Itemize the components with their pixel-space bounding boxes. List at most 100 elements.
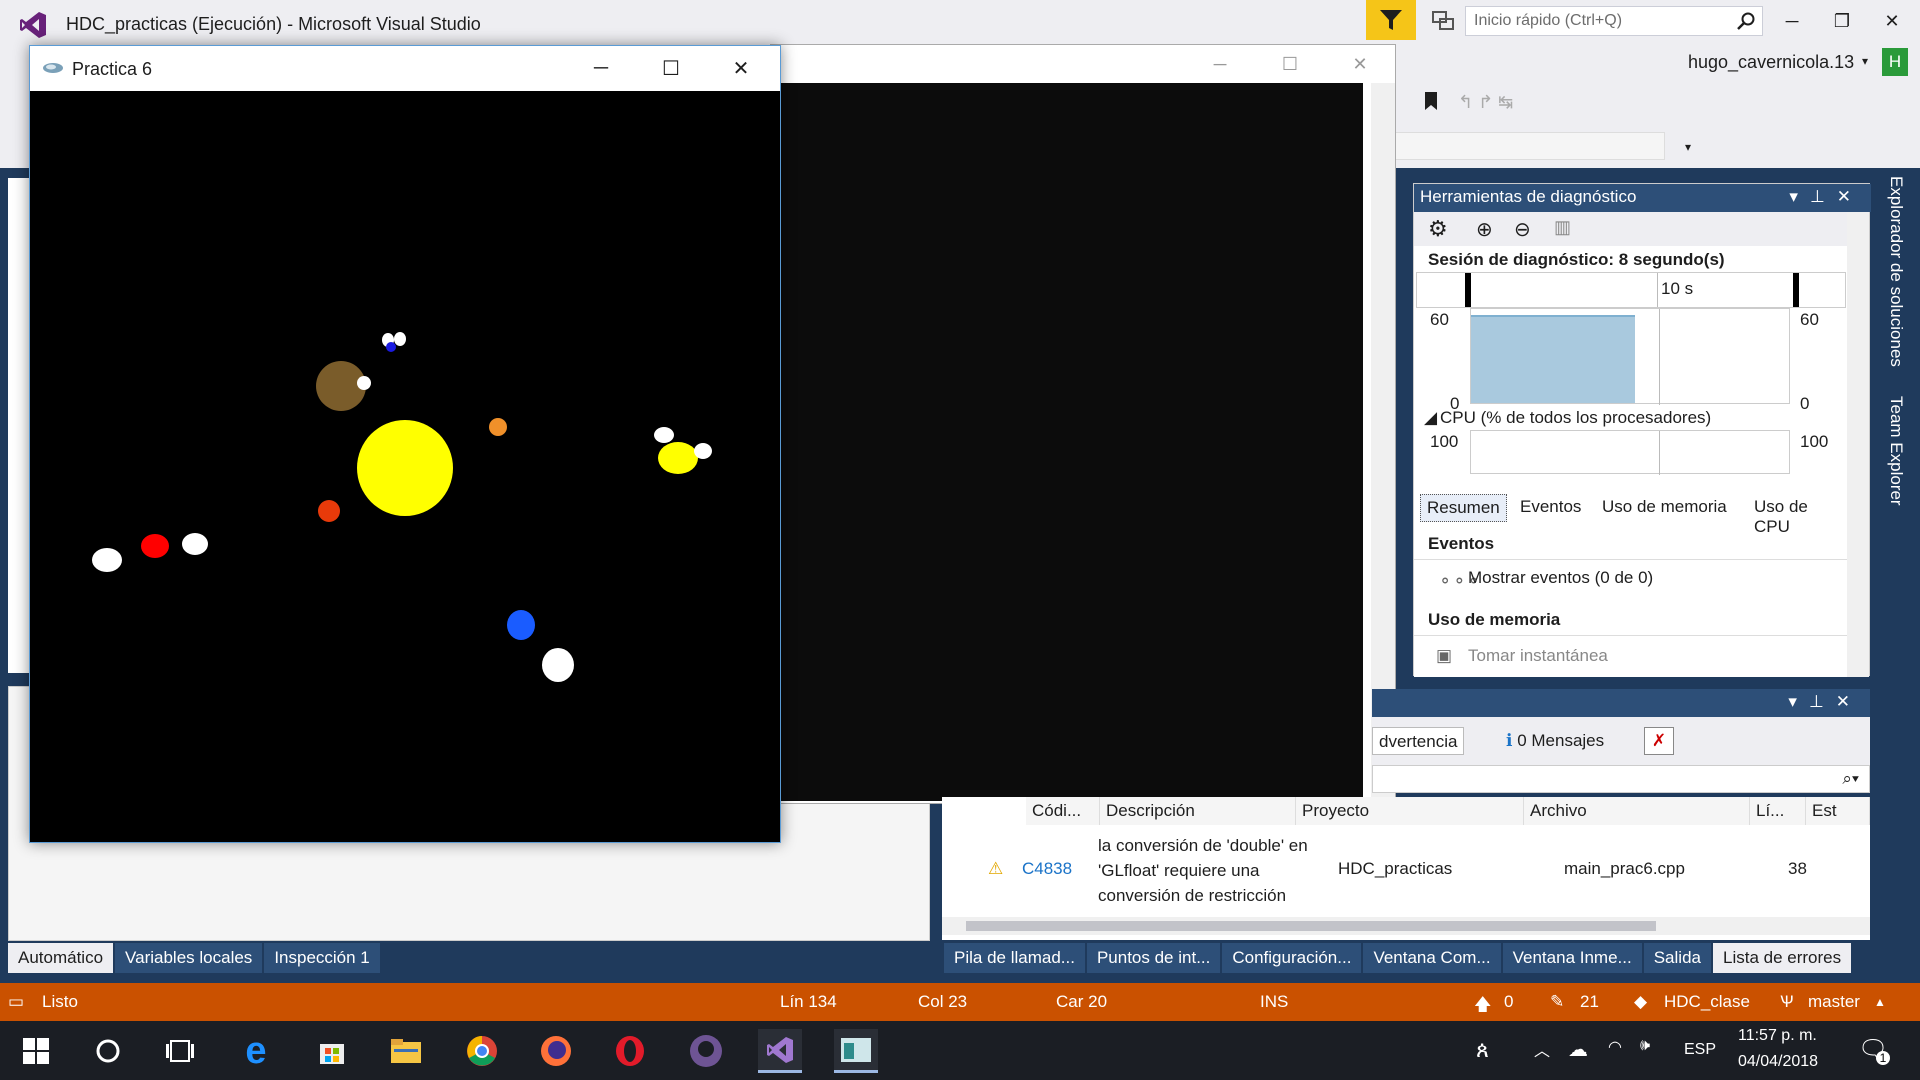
tab-command-window[interactable]: Ventana Com... (1363, 943, 1501, 973)
diag-scrollbar[interactable] (1847, 212, 1869, 677)
console-minimize-icon[interactable]: ─ (1197, 49, 1243, 79)
bookmark-icon[interactable] (1420, 90, 1452, 114)
cortana-search-icon[interactable] (86, 1029, 130, 1073)
table-row[interactable]: ⚠ C4838 la conversión de 'double' en 'GL… (942, 829, 1870, 909)
warning-icon: ⚠ (988, 859, 1004, 878)
zoom-out-icon[interactable]: ⊖ (1514, 217, 1531, 242)
notification-count: 1 (1876, 1051, 1890, 1065)
opengl-canvas[interactable] (30, 91, 780, 842)
col-file[interactable]: Archivo (1524, 797, 1750, 825)
error-list-hscrollbar[interactable] (942, 917, 1870, 935)
clock-date[interactable]: 04/04/2018 (1738, 1053, 1818, 1071)
branch-icon[interactable]: Ѱ (1780, 992, 1794, 1012)
tab-configuration[interactable]: Configuración... (1222, 943, 1362, 973)
tab-immediate-window[interactable]: Ventana Inme... (1502, 943, 1642, 973)
diag-pane-controls-icon[interactable]: ▾⊥✕ (1789, 187, 1863, 207)
moon-white (182, 533, 208, 555)
opera-icon[interactable] (608, 1029, 652, 1073)
gl-maximize-icon[interactable]: ☐ (636, 46, 706, 90)
store-icon[interactable] (310, 1029, 354, 1073)
people-icon[interactable]: ጰ (1476, 1037, 1489, 1063)
status-changes-count[interactable]: 21 (1580, 992, 1599, 1012)
status-repo[interactable]: HDC_clase (1664, 992, 1750, 1012)
show-events-link[interactable]: Mostrar eventos (0 de 0) (1468, 568, 1653, 588)
tab-call-stack[interactable]: Pila de llamad... (944, 943, 1085, 973)
restore-icon[interactable]: ❐ (1822, 6, 1862, 36)
opengl-app-taskbar-icon[interactable] (834, 1029, 878, 1073)
take-snapshot-button[interactable]: Tomar instantánea (1468, 646, 1608, 666)
planet-red (141, 534, 169, 558)
chart-icon[interactable]: ▥ (1554, 217, 1571, 238)
language-indicator[interactable]: ESP (1684, 1041, 1716, 1059)
user-menu-icon[interactable]: ▾ (1862, 54, 1868, 68)
app-icon (42, 60, 64, 80)
col-project[interactable]: Proyecto (1296, 797, 1524, 825)
task-view-icon[interactable] (158, 1029, 202, 1073)
tab-inspeccion[interactable]: Inspección 1 (264, 943, 380, 973)
toolbar-dropdown[interactable] (1395, 132, 1665, 160)
tray-overflow-icon[interactable]: ︿ (1534, 1037, 1550, 1061)
gl-close-icon[interactable]: ✕ (706, 46, 776, 90)
pencil-icon[interactable]: ✎ (1550, 992, 1564, 1012)
tab-solution-explorer[interactable]: Explorador de soluciones (1886, 176, 1906, 367)
tab-error-list[interactable]: Lista de errores (1712, 943, 1852, 973)
settings-gear-icon[interactable]: ⚙ (1428, 216, 1448, 242)
github-icon[interactable] (684, 1029, 728, 1073)
windows-start-icon[interactable] (14, 1029, 58, 1073)
bottom-tabs-left: Automático Variables locales Inspección … (8, 943, 380, 973)
error-code-link[interactable]: C4838 (1022, 859, 1072, 879)
console-close-icon[interactable]: ✕ (1337, 49, 1383, 79)
diag-tab-resumen[interactable]: Resumen (1420, 494, 1507, 522)
user-name[interactable]: hugo_cavernicola.13 (1688, 52, 1854, 73)
close-icon[interactable]: ✕ (1872, 6, 1912, 36)
search-icon (1736, 11, 1756, 36)
feedback-icon[interactable] (1426, 6, 1460, 36)
gl-minimize-icon[interactable]: ─ (566, 46, 636, 90)
visual-studio-taskbar-icon[interactable] (758, 1029, 802, 1073)
messages-filter-button[interactable]: ℹ 0 Mensajes (1500, 727, 1610, 755)
edge-browser-icon[interactable]: e (234, 1029, 278, 1073)
cpu-collapse-icon[interactable]: ◢ (1424, 408, 1437, 428)
diag-tab-eventos[interactable]: Eventos (1514, 494, 1587, 520)
error-list-pane-controls-icon[interactable]: ▾⊥✕ (1788, 692, 1862, 712)
avatar[interactable]: H (1882, 48, 1908, 76)
minimize-icon[interactable]: ─ (1772, 6, 1812, 36)
time-marker: 10 s (1661, 279, 1694, 298)
volume-icon[interactable]: 🕪 (1640, 1037, 1650, 1055)
sun (357, 420, 453, 516)
diag-tab-memoria[interactable]: Uso de memoria (1596, 494, 1733, 520)
firefox-icon[interactable] (534, 1029, 578, 1073)
quick-launch-input[interactable]: Inicio rápido (Ctrl+Q) (1465, 6, 1763, 36)
col-line[interactable]: Lí... (1750, 797, 1806, 825)
tab-output[interactable]: Salida (1643, 943, 1711, 973)
diag-timeline[interactable]: 10 s (1416, 272, 1846, 308)
wifi-icon[interactable]: ◠ (1608, 1037, 1622, 1057)
chrome-icon[interactable] (460, 1029, 504, 1073)
timeline-end-handle[interactable] (1793, 273, 1799, 307)
zoom-in-icon[interactable]: ⊕ (1476, 217, 1493, 242)
filter-icon[interactable] (1366, 0, 1416, 40)
warnings-filter-button[interactable]: dvertencia (1372, 727, 1465, 755)
status-branch[interactable]: master (1808, 992, 1860, 1012)
col-code[interactable]: Códi... (1026, 797, 1100, 825)
tab-breakpoints[interactable]: Puntos de int... (1086, 943, 1221, 973)
status-unpushed-count[interactable]: 0 (1504, 992, 1513, 1012)
branch-menu-icon[interactable]: ▲ (1874, 995, 1886, 1009)
clock-time[interactable]: 11:57 p. m. (1738, 1027, 1817, 1045)
push-arrow-icon[interactable]: 🡅 (1474, 992, 1491, 1021)
file-explorer-icon[interactable] (384, 1029, 428, 1073)
tab-variables-locales[interactable]: Variables locales (115, 943, 263, 973)
build-filter-icon[interactable]: ✗ (1644, 727, 1674, 755)
tab-automatico[interactable]: Automático (8, 943, 114, 973)
col-state[interactable]: Est (1806, 797, 1870, 825)
tab-team-explorer[interactable]: Team Explorer (1886, 396, 1906, 506)
console-maximize-icon[interactable]: ☐ (1267, 49, 1313, 79)
repo-icon[interactable]: ◆ (1634, 992, 1647, 1012)
opengl-window: Practica 6 ─ ☐ ✕ (29, 45, 781, 843)
col-description[interactable]: Descripción (1100, 797, 1296, 825)
error-list-search-input[interactable]: ⌕▾ (1372, 765, 1870, 793)
hscroll-thumb[interactable] (966, 921, 1656, 931)
toolbar-overflow-icon[interactable]: ▾ (1685, 140, 1691, 154)
onedrive-icon[interactable]: ☁ (1568, 1037, 1588, 1062)
timeline-start-handle[interactable] (1465, 273, 1471, 307)
